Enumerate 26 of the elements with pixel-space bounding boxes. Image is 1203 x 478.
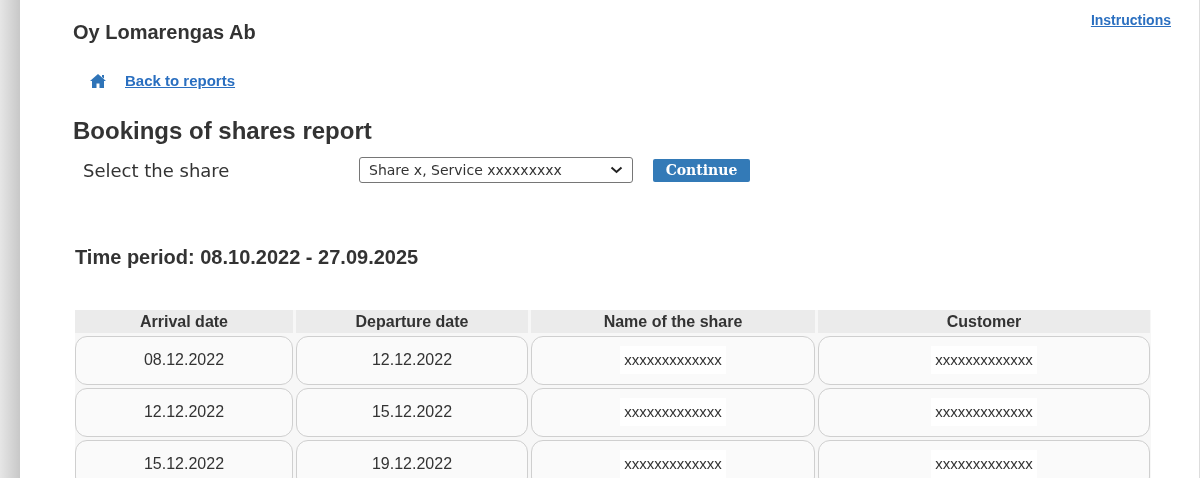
column-header: Arrival date [75,309,293,333]
table-cell-text: 12.12.2022 [371,350,453,370]
chevron-down-icon [610,166,623,174]
select-label: Select the share [83,158,231,183]
table-cell: xxxxxxxxxxxxx [931,397,1037,427]
column-header: Name of the share [531,309,815,333]
table-cell: xxxxxxxxxxxxx [620,345,726,375]
table-cell: xxxxxxxxxxxxx [620,397,726,427]
back-link[interactable]: Back to reports [125,70,236,93]
continue-button[interactable]: Continue [653,158,750,182]
table-cell-text: 19.12.2022 [371,454,453,474]
table-cell-text: 15.12.2022 [371,402,453,422]
table-cell: xxxxxxxxxxxxx [931,345,1037,375]
share-dropdown[interactable]: Share x, Service xxxxxxxxx [359,157,633,183]
column-header: Departure date [296,309,528,333]
table-cell: xxxxxxxxxxxxx [620,449,726,478]
table-cell-text: 15.12.2022 [143,454,225,474]
company-name: Oy Lomarengas Ab [73,20,256,45]
instructions-link[interactable]: Instructions [1090,10,1171,31]
report-title: Bookings of shares report [73,115,373,146]
column-header: Customer [818,309,1150,333]
table-cell-text: 08.12.2022 [143,350,225,370]
table-cell-text: 12.12.2022 [143,402,225,422]
home-icon [89,73,107,90]
time-period: Time period: 08.10.2022 - 27.09.2025 [75,244,419,270]
table-cell: xxxxxxxxxxxxx [931,449,1037,478]
